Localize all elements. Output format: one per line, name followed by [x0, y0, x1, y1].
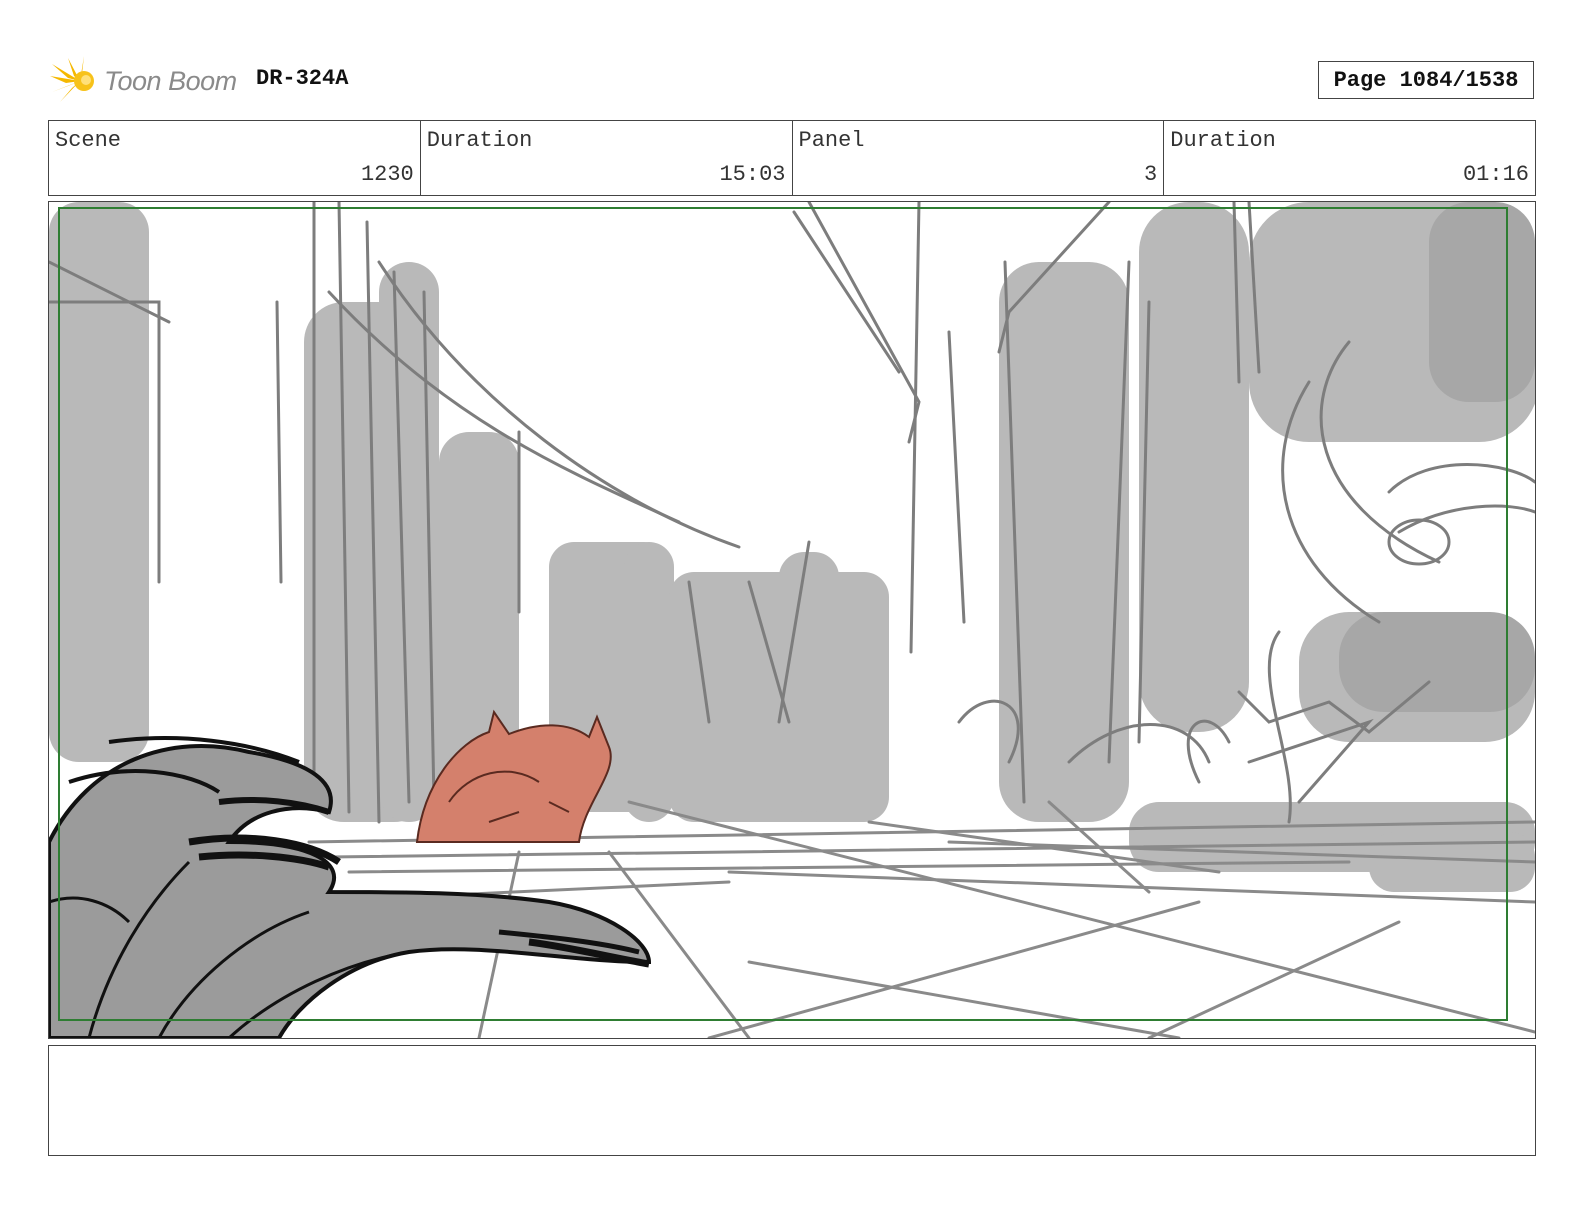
page-number: Page 1084/1538 — [1318, 61, 1534, 99]
panel-duration-cell: Duration 01:16 — [1164, 121, 1535, 195]
logo-wordmark: Toon Boom — [104, 65, 237, 96]
scene-info-row: Scene 1230 Duration 15:03 Panel 3 Durati… — [48, 120, 1536, 196]
scene-duration-cell: Duration 15:03 — [421, 121, 793, 195]
panel-notes-box — [48, 1045, 1536, 1156]
scene-cell: Scene 1230 — [49, 121, 421, 195]
storyboard-panel-image — [48, 201, 1536, 1039]
panel-duration-label: Duration — [1170, 128, 1276, 153]
panel-value: 3 — [1144, 162, 1158, 187]
panel-label: Panel — [798, 128, 865, 153]
toon-boom-logo: Toon Boom — [50, 56, 240, 106]
panel-duration-value: 01:16 — [1462, 162, 1529, 187]
scene-duration-value: 15:03 — [719, 162, 786, 187]
scene-value: 1230 — [360, 162, 414, 187]
storyboard-sketch — [49, 202, 1535, 1038]
sunburst-logo-icon — [50, 56, 94, 102]
scene-duration-label: Duration — [426, 128, 533, 153]
panel-cell: Panel 3 — [793, 121, 1165, 195]
document-id: DR-324A — [256, 66, 349, 91]
scene-label: Scene — [55, 128, 122, 153]
